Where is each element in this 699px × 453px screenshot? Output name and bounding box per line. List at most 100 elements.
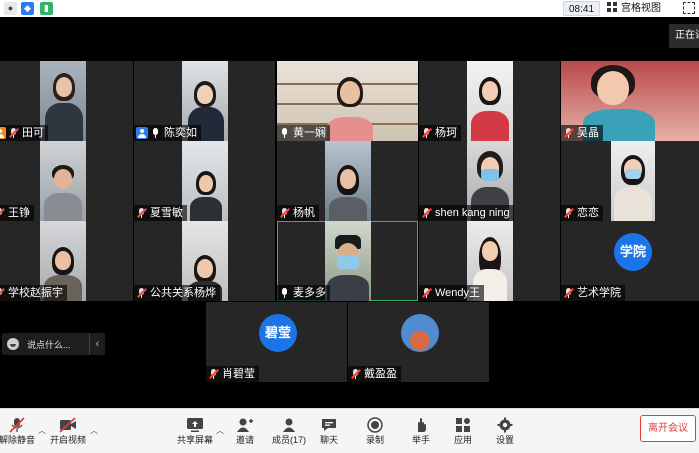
gear-icon xyxy=(497,417,513,433)
start-video-button[interactable]: 开启视频 xyxy=(48,409,88,453)
mic-icon xyxy=(150,127,161,139)
camera-icon: ● xyxy=(4,2,17,15)
participant-name-tag: 学校赵振宇 xyxy=(0,285,67,301)
participant-tile[interactable]: 公共关系杨烨 xyxy=(134,221,275,301)
participant-tile[interactable]: 吴晶 xyxy=(561,61,699,141)
participant-name-tag: 肖碧莹 xyxy=(206,366,259,382)
mic-muted-icon xyxy=(136,287,147,299)
participant-name-tag: 麦多多 xyxy=(277,285,330,301)
mic-muted-icon xyxy=(8,127,19,139)
participant-tile[interactable]: 陈奕如 xyxy=(134,61,275,141)
mic-muted-icon xyxy=(0,287,5,299)
participant-name-tag: 戴盈盈 xyxy=(348,366,401,382)
participant-tile[interactable]: 杨珂 xyxy=(419,61,560,141)
video-feed xyxy=(467,61,513,141)
participant-tile[interactable]: shen kang ning xyxy=(419,141,560,221)
participant-tile[interactable]: 戴盈盈 xyxy=(348,302,489,382)
video-feed xyxy=(325,141,371,221)
mic-icon xyxy=(279,287,290,299)
chat-icon xyxy=(322,419,336,431)
unmute-button[interactable]: 解除静音 xyxy=(0,409,38,453)
fullscreen-icon[interactable] xyxy=(683,2,695,14)
participant-name-tag: 杨珂 xyxy=(419,125,461,141)
mic-muted-icon xyxy=(563,127,574,139)
meeting-clock: 08:41 xyxy=(563,1,601,16)
emoji-icon[interactable] xyxy=(7,338,19,350)
chat-quick-input[interactable]: 说点什么... ‹ xyxy=(2,333,105,355)
signal-icon: ▮ xyxy=(40,2,53,15)
participant-tile[interactable]: 杨帆 xyxy=(277,141,418,221)
status-bar: ● ◆ ▮ 08:41 宫格视图 xyxy=(0,0,699,17)
participant-name-tag: 恋恋 xyxy=(561,205,603,221)
share-screen-icon xyxy=(187,418,203,432)
participant-name-tag: 公共关系杨烨 xyxy=(134,285,220,301)
collapse-chevron-icon[interactable]: ‹ xyxy=(89,333,105,355)
shield-icon: ◆ xyxy=(21,2,34,15)
participant-name-tag: shen kang ning xyxy=(419,205,514,221)
apps-icon xyxy=(456,418,470,432)
meeting-toolbar: 解除静音 ︿ 开启视频 ︿ 共享屏幕 ︿ 邀请 成员(17) 聊天 录制 举手 … xyxy=(0,408,699,453)
mic-muted-icon xyxy=(279,207,290,219)
invite-button[interactable]: 邀请 xyxy=(225,409,265,453)
invite-icon xyxy=(237,418,253,432)
host-icon xyxy=(0,127,6,139)
apps-button[interactable]: 应用 xyxy=(443,409,483,453)
grid-view-toggle[interactable]: 宫格视图 xyxy=(607,1,661,16)
raise-hand-icon xyxy=(418,418,426,432)
participant-tile[interactable]: 碧莹 肖碧莹 xyxy=(206,302,347,382)
mic-muted-icon xyxy=(350,368,361,380)
participant-name-tag: Wendy王 xyxy=(419,285,485,301)
participant-tile[interactable]: 黄一娴 xyxy=(277,61,418,141)
participant-tile[interactable]: 夏雪敏 xyxy=(134,141,275,221)
chat-placeholder: 说点什么... xyxy=(27,339,71,350)
video-off-icon xyxy=(59,417,76,433)
record-button[interactable]: 录制 xyxy=(355,409,395,453)
mic-icon xyxy=(279,127,290,139)
talking-indicator: 正在讲 xyxy=(669,24,699,48)
mic-muted-icon xyxy=(136,207,147,219)
video-feed xyxy=(182,141,228,221)
participant-tile[interactable]: 王铮 xyxy=(0,141,133,221)
participant-tile[interactable]: 学院 艺术学院 xyxy=(561,221,699,301)
participant-tile[interactable]: 田可 xyxy=(0,61,133,141)
caret-up-icon[interactable]: ︿ xyxy=(216,425,224,436)
avatar: 碧莹 xyxy=(259,314,297,352)
video-feed xyxy=(325,221,371,301)
participant-tile[interactable]: Wendy王 xyxy=(419,221,560,301)
members-icon xyxy=(283,418,295,432)
participant-tile[interactable]: 麦多多 xyxy=(277,221,418,301)
participant-name-tag: 夏雪敏 xyxy=(134,205,187,221)
leave-meeting-button[interactable]: 离开会议 xyxy=(640,415,696,442)
mic-muted-icon xyxy=(563,287,574,299)
grid-icon xyxy=(607,2,618,12)
video-feed xyxy=(40,141,86,221)
mic-muted-icon xyxy=(421,127,432,139)
raise-hand-button[interactable]: 举手 xyxy=(401,409,441,453)
members-button[interactable]: 成员(17) xyxy=(267,409,311,453)
participant-name-tag: 王铮 xyxy=(0,205,34,221)
mic-muted-icon xyxy=(563,207,574,219)
user-icon xyxy=(136,127,148,139)
participant-name-tag: 田可 xyxy=(0,125,48,141)
caret-up-icon[interactable]: ︿ xyxy=(90,425,98,436)
record-icon xyxy=(367,417,383,433)
mic-muted-icon xyxy=(421,287,432,299)
mic-muted-icon xyxy=(421,207,432,219)
mic-muted-icon xyxy=(208,368,219,380)
participant-tile[interactable]: 恋恋 xyxy=(561,141,699,221)
participant-tile[interactable]: 学校赵振宇 xyxy=(0,221,133,301)
participant-name-tag: 艺术学院 xyxy=(561,285,625,301)
mic-muted-icon xyxy=(0,207,5,219)
participant-name-tag: 陈奕如 xyxy=(134,125,201,141)
video-feed xyxy=(611,141,655,221)
participant-name-tag: 吴晶 xyxy=(561,125,603,141)
participant-name-tag: 黄一娴 xyxy=(277,125,330,141)
grid-view-label: 宫格视图 xyxy=(621,3,661,14)
caret-up-icon[interactable]: ︿ xyxy=(38,425,46,436)
avatar xyxy=(401,314,439,352)
settings-button[interactable]: 设置 xyxy=(485,409,525,453)
participant-name-tag: 杨帆 xyxy=(277,205,319,221)
chat-button[interactable]: 聊天 xyxy=(309,409,349,453)
mic-muted-icon xyxy=(9,417,25,433)
share-screen-button[interactable]: 共享屏幕 xyxy=(175,409,215,453)
